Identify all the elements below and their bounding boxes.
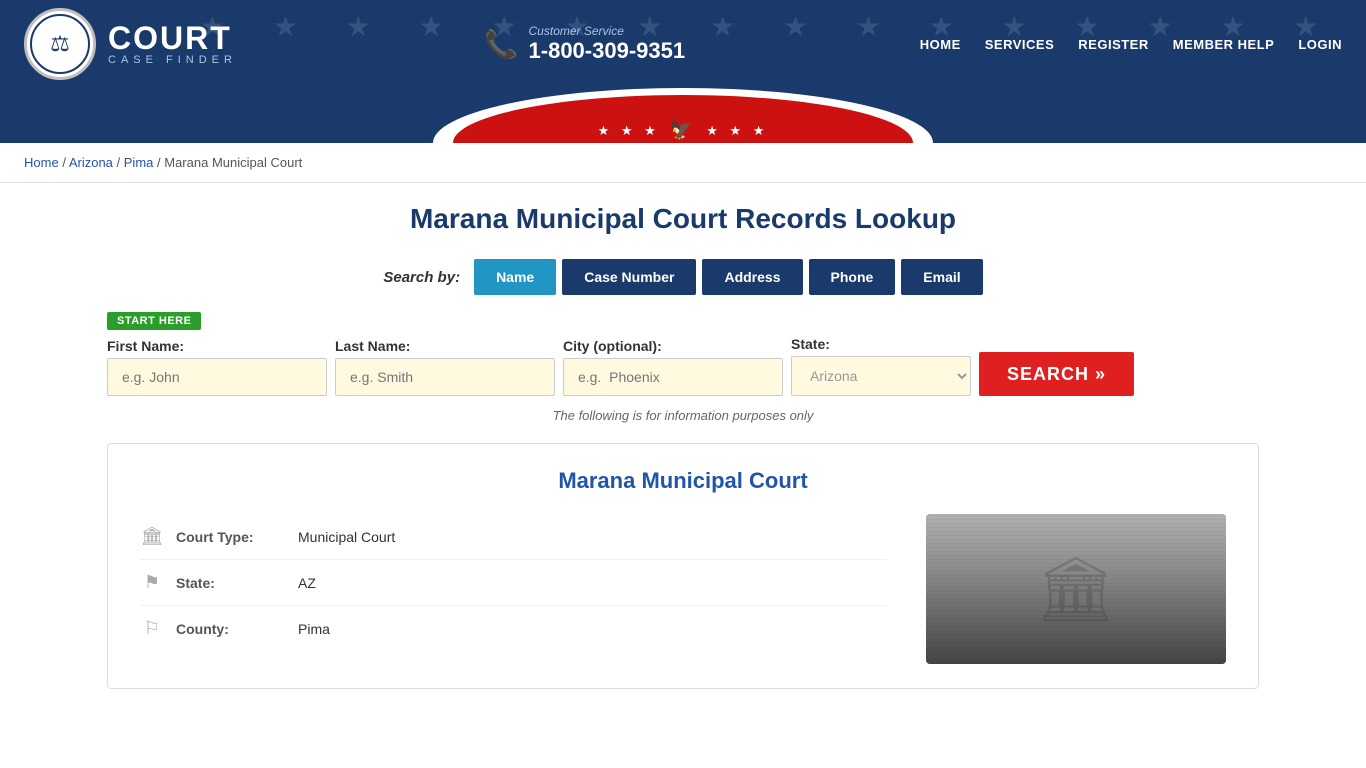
court-card: Marana Municipal Court 🏛 Court Type: Mun… xyxy=(107,443,1259,689)
state-field: State: Arizona Alabama Alaska California… xyxy=(791,336,971,396)
tab-email[interactable]: Email xyxy=(901,259,982,295)
phone-details: Customer Service 1-800-309-9351 xyxy=(529,24,686,64)
logo-court-text: COURT xyxy=(108,22,237,54)
city-label: City (optional): xyxy=(563,338,783,354)
phone-number: 1-800-309-9351 xyxy=(529,38,686,64)
banner-arch-content: ★ ★ ★ 🦅 ★ ★ ★ xyxy=(598,120,769,141)
state-row: ⚑ State: AZ xyxy=(140,560,886,606)
state-info-value: AZ xyxy=(298,575,316,591)
last-name-input[interactable] xyxy=(335,358,555,396)
state-info-label: State: xyxy=(176,575,286,591)
court-info-table: 🏛 Court Type: Municipal Court ⚑ State: A… xyxy=(140,514,886,664)
eagle-icon: 🦅 xyxy=(670,120,696,141)
court-card-title: Marana Municipal Court xyxy=(140,468,1226,494)
first-name-field: First Name: xyxy=(107,338,327,396)
court-type-label: Court Type: xyxy=(176,529,286,545)
breadcrumb-arizona[interactable]: Arizona xyxy=(69,155,113,170)
tab-name[interactable]: Name xyxy=(474,259,556,295)
last-name-field: Last Name: xyxy=(335,338,555,396)
customer-service-label: Customer Service xyxy=(529,24,686,38)
court-type-row: 🏛 Court Type: Municipal Court xyxy=(140,514,886,560)
nav-member-help[interactable]: MEMBER HELP xyxy=(1173,37,1275,52)
city-field: City (optional): xyxy=(563,338,783,396)
info-note: The following is for information purpose… xyxy=(107,408,1259,423)
last-name-label: Last Name: xyxy=(335,338,555,354)
court-image xyxy=(926,514,1226,664)
breadcrumb-current: Marana Municipal Court xyxy=(164,155,302,170)
search-by-row: Search by: Name Case Number Address Phon… xyxy=(107,259,1259,295)
search-button[interactable]: SEARCH » xyxy=(979,352,1134,396)
first-name-label: First Name: xyxy=(107,338,327,354)
court-type-value: Municipal Court xyxy=(298,529,395,545)
state-label: State: xyxy=(791,336,971,352)
nav-services[interactable]: SERVICES xyxy=(985,37,1055,52)
first-name-input[interactable] xyxy=(107,358,327,396)
court-card-body: 🏛 Court Type: Municipal Court ⚑ State: A… xyxy=(140,514,1226,664)
phone-icon: 📞 xyxy=(484,28,519,61)
main-content: Marana Municipal Court Records Lookup Se… xyxy=(83,183,1283,709)
county-label: County: xyxy=(176,621,286,637)
building-icon: 🏛 xyxy=(140,526,164,547)
breadcrumb-home[interactable]: Home xyxy=(24,155,59,170)
nav-home[interactable]: HOME xyxy=(920,37,961,52)
banner-arch: ★ ★ ★ 🦅 ★ ★ ★ xyxy=(0,88,1366,143)
logo-badge: ⚖ xyxy=(24,8,96,80)
breadcrumb-pima[interactable]: Pima xyxy=(124,155,154,170)
tab-address[interactable]: Address xyxy=(702,259,802,295)
city-input[interactable] xyxy=(563,358,783,396)
logo-case-finder-text: CASE FINDER xyxy=(108,54,237,66)
start-here-badge: START HERE xyxy=(107,312,201,330)
search-form: First Name: Last Name: City (optional): … xyxy=(107,336,1259,396)
phone-area: 📞 Customer Service 1-800-309-9351 xyxy=(484,24,685,64)
logo-area: ⚖ COURT CASE FINDER xyxy=(24,8,249,80)
county-row: ⚐ County: Pima xyxy=(140,606,886,651)
breadcrumb: Home / Arizona / Pima / Marana Municipal… xyxy=(0,143,1366,183)
main-nav: HOME SERVICES REGISTER MEMBER HELP LOGIN xyxy=(920,37,1342,52)
page-title: Marana Municipal Court Records Lookup xyxy=(107,203,1259,235)
tab-phone[interactable]: Phone xyxy=(809,259,896,295)
search-by-label: Search by: xyxy=(383,269,460,286)
logo-text: COURT CASE FINDER xyxy=(96,18,249,70)
map-marker-icon: ⚐ xyxy=(140,618,164,639)
flag-icon: ⚑ xyxy=(140,572,164,593)
nav-login[interactable]: LOGIN xyxy=(1298,37,1342,52)
logo-emblem: ⚖ xyxy=(30,14,90,74)
tab-case-number[interactable]: Case Number xyxy=(562,259,696,295)
county-value: Pima xyxy=(298,621,330,637)
site-header: ⚖ COURT CASE FINDER 📞 Customer Service 1… xyxy=(0,0,1366,88)
nav-register[interactable]: REGISTER xyxy=(1078,37,1148,52)
banner-stars-left: ★ ★ ★ xyxy=(598,123,660,139)
state-select[interactable]: Arizona Alabama Alaska California Colora… xyxy=(791,356,971,396)
banner-stars-right: ★ ★ ★ xyxy=(706,123,768,139)
